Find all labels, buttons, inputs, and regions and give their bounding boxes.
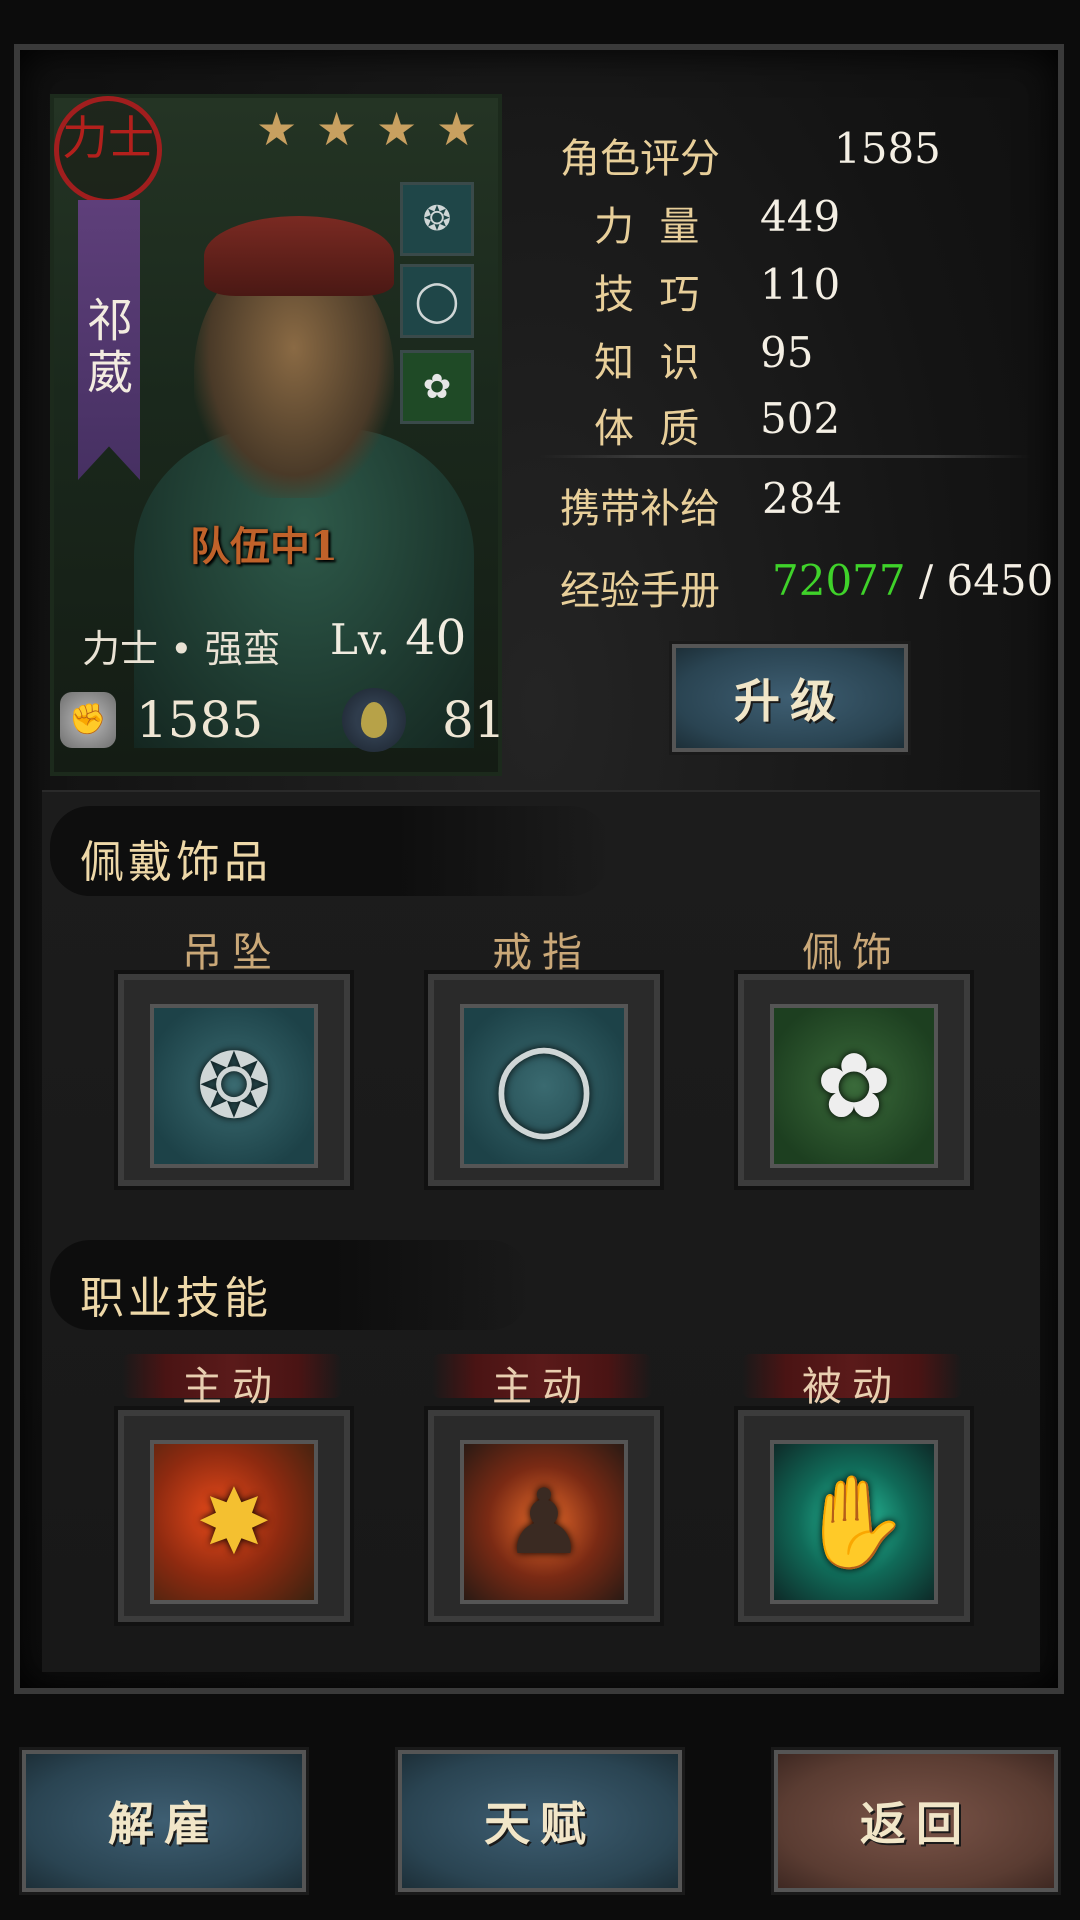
drop-icon (342, 688, 406, 752)
mini-pendant-icon: ❂ (400, 182, 474, 256)
supply-label: 携带补给 (560, 486, 720, 532)
skills-title: 职业技能 (80, 1273, 272, 1324)
star-icon: ★ (316, 102, 358, 156)
accessory-slot-ring[interactable]: ◯ (424, 970, 664, 1190)
exp-current: 72077 (772, 556, 906, 605)
knowledge-label: 知 识 (594, 340, 700, 386)
skill-slot-2[interactable]: ♟ (424, 1406, 664, 1626)
stats-divider (540, 455, 1030, 458)
team-status: 队伍中1 (190, 523, 338, 570)
hero-name-banner: 祁葳 (78, 200, 140, 480)
star-icon: ★ (256, 102, 298, 156)
star-icon: ★ (436, 102, 478, 156)
level-value: 40 (405, 610, 467, 666)
exp-required: 6450 (946, 556, 1054, 605)
skill-type-label: 主动 (492, 1364, 592, 1410)
mini-ornament-icon: ✿ (400, 350, 474, 424)
exp-separator: / (905, 556, 947, 605)
power-value: 1585 (136, 691, 264, 749)
mini-ring-icon: ◯ (400, 264, 474, 338)
accessories-title: 佩戴饰品 (80, 837, 272, 888)
ornament-icon: ✿ (770, 1004, 938, 1168)
smash-skill-icon: ✸ (150, 1440, 318, 1604)
strength-label: 力 量 (594, 204, 700, 250)
fist-icon: ✊ (60, 692, 116, 748)
rage-skill-icon: ♟ (460, 1440, 628, 1604)
hero-class: 力士 • 强蛮 (82, 627, 281, 671)
pendant-icon: ❂ (150, 1004, 318, 1168)
power-row: ✊ 1585 81 (60, 688, 506, 752)
accessory-slot-pendant[interactable]: ❂ (114, 970, 354, 1190)
dismiss-button[interactable]: 解雇 (19, 1747, 309, 1895)
skill-label: 技 巧 (594, 272, 700, 318)
accessory-label-ornament: 佩饰 (802, 930, 902, 976)
score-value: 1585 (834, 124, 941, 173)
skill-value: 110 (760, 260, 841, 309)
passive-skill-icon: ✋ (770, 1440, 938, 1604)
class-seal: 力士 (54, 96, 162, 204)
ring-icon: ◯ (460, 1004, 628, 1168)
talent-button[interactable]: 天赋 (395, 1747, 685, 1895)
exp-label: 经验手册 (560, 568, 720, 614)
constitution-value: 502 (760, 394, 841, 443)
back-button[interactable]: 返回 (771, 1747, 1061, 1895)
level-prefix: Lv. (330, 615, 390, 664)
skill-slot-1[interactable]: ✸ (114, 1406, 354, 1626)
skill-type-label: 主动 (182, 1364, 282, 1410)
knowledge-value: 95 (760, 328, 814, 377)
hero-level: Lv. 40 (330, 610, 466, 666)
strength-value: 449 (760, 192, 841, 241)
exp-value: 72077 / 6450 (772, 556, 1053, 605)
skill-type-label: 被动 (802, 1364, 902, 1410)
hero-bandana (204, 216, 394, 296)
star-icon: ★ (376, 102, 418, 156)
upgrade-button[interactable]: 升级 (669, 641, 911, 755)
score-label: 角色评分 (560, 136, 720, 182)
supply-value: 284 (762, 474, 843, 523)
accessory-label-pendant: 吊坠 (182, 930, 282, 976)
mana-value: 81 (442, 691, 506, 749)
star-rating: ★ ★ ★ ★ (256, 102, 478, 156)
accessory-label-ring: 戒指 (492, 930, 592, 976)
skill-slot-3[interactable]: ✋ (734, 1406, 974, 1626)
constitution-label: 体 质 (594, 406, 700, 452)
accessory-slot-ornament[interactable]: ✿ (734, 970, 974, 1190)
